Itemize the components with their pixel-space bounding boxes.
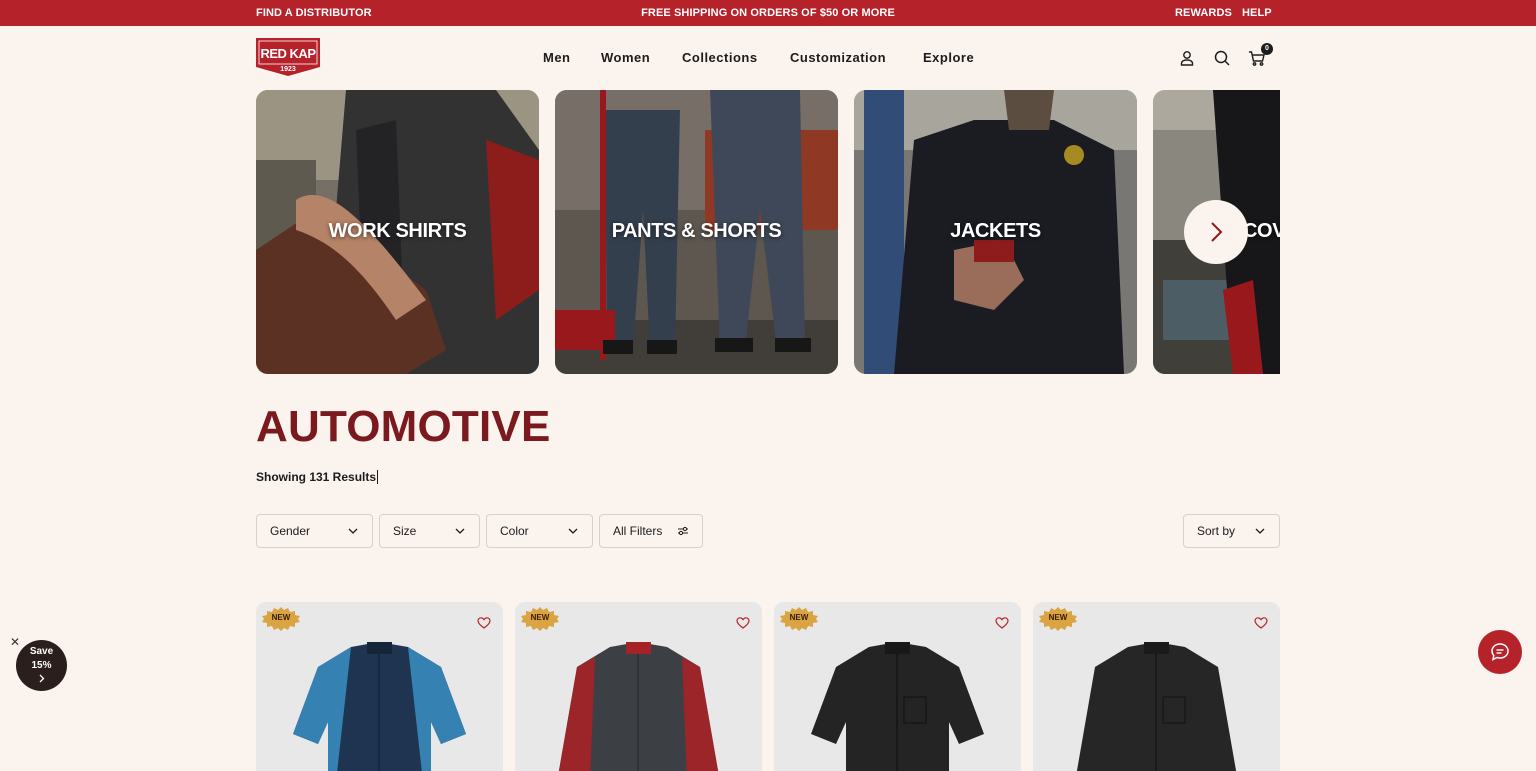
announcement-bar: FREE SHIPPING ON ORDERS OF $50 OR MORE F… [0, 0, 1536, 26]
nav-women[interactable]: Women [601, 50, 650, 65]
heart-icon[interactable] [995, 616, 1009, 630]
product-image [1076, 642, 1237, 771]
sliders-icon [678, 526, 688, 536]
category-label-jackets: JACKETS [950, 220, 1041, 242]
category-label-work-shirts: WORK SHIRTS [328, 220, 467, 242]
product-card[interactable]: NEW [774, 602, 1021, 771]
chevron-down-icon [455, 528, 465, 534]
category-label-coveralls: COVERALLS [1243, 220, 1280, 242]
nav-collections[interactable]: Collections [682, 50, 758, 65]
nav-men[interactable]: Men [543, 50, 571, 65]
category-card-work-shirts[interactable]: WORK SHIRTS [256, 90, 539, 374]
product-card[interactable]: NEW [256, 602, 503, 771]
category-card-jackets[interactable]: JACKETS [854, 90, 1137, 374]
new-badge: NEW [261, 607, 301, 631]
chat-bubble-icon [1491, 643, 1509, 661]
product-card[interactable]: NEW [515, 602, 762, 771]
chevron-down-icon [1255, 528, 1265, 534]
product-card[interactable]: NEW [1033, 602, 1280, 771]
gender-filter[interactable]: Gender [256, 514, 373, 548]
nav-explore[interactable]: Explore [923, 50, 974, 65]
cart-count-badge: 0 [1261, 43, 1273, 55]
all-filters-button[interactable]: All Filters [599, 514, 703, 548]
heart-icon[interactable] [736, 616, 750, 630]
new-badge: NEW [779, 607, 819, 631]
new-badge: NEW [1038, 607, 1078, 631]
new-badge: NEW [520, 607, 560, 631]
heart-icon[interactable] [1254, 616, 1268, 630]
search-icon[interactable] [1213, 49, 1231, 67]
help-link[interactable]: HELP [1242, 7, 1272, 19]
account-icon[interactable] [1178, 49, 1196, 67]
nav-customization[interactable]: Customization [790, 50, 886, 65]
category-card-pants-shorts[interactable]: PANTS & SHORTS [555, 90, 838, 374]
color-filter[interactable]: Color [486, 514, 593, 548]
results-count: Showing 131 Results [256, 470, 379, 484]
rewards-link[interactable]: REWARDS [1175, 7, 1232, 19]
product-image [558, 642, 719, 771]
heart-icon[interactable] [477, 616, 491, 630]
main-nav: Men Women Collections Customization Expl… [0, 50, 1536, 68]
product-image [293, 642, 466, 771]
free-shipping-text: FREE SHIPPING ON ORDERS OF $50 OR MORE [641, 7, 895, 19]
carousel-next-button[interactable] [1184, 200, 1248, 264]
sort-by-dropdown[interactable]: Sort by [1183, 514, 1280, 548]
category-carousel: WORK SHIRTS PANTS & SHORTS JACKETS COV [256, 90, 1280, 374]
chevron-right-icon [39, 674, 45, 683]
save-discount-button[interactable]: Save 15% [16, 640, 67, 691]
find-distributor-link[interactable]: FIND A DISTRIBUTOR [256, 7, 372, 19]
chevron-down-icon [568, 528, 578, 534]
page-title: AUTOMOTIVE [256, 402, 551, 451]
chat-button[interactable] [1478, 630, 1522, 674]
category-label-pants-shorts: PANTS & SHORTS [611, 220, 782, 242]
product-image [811, 642, 984, 771]
size-filter[interactable]: Size [379, 514, 480, 548]
chevron-down-icon [348, 528, 358, 534]
chevron-right-icon [1211, 222, 1223, 242]
